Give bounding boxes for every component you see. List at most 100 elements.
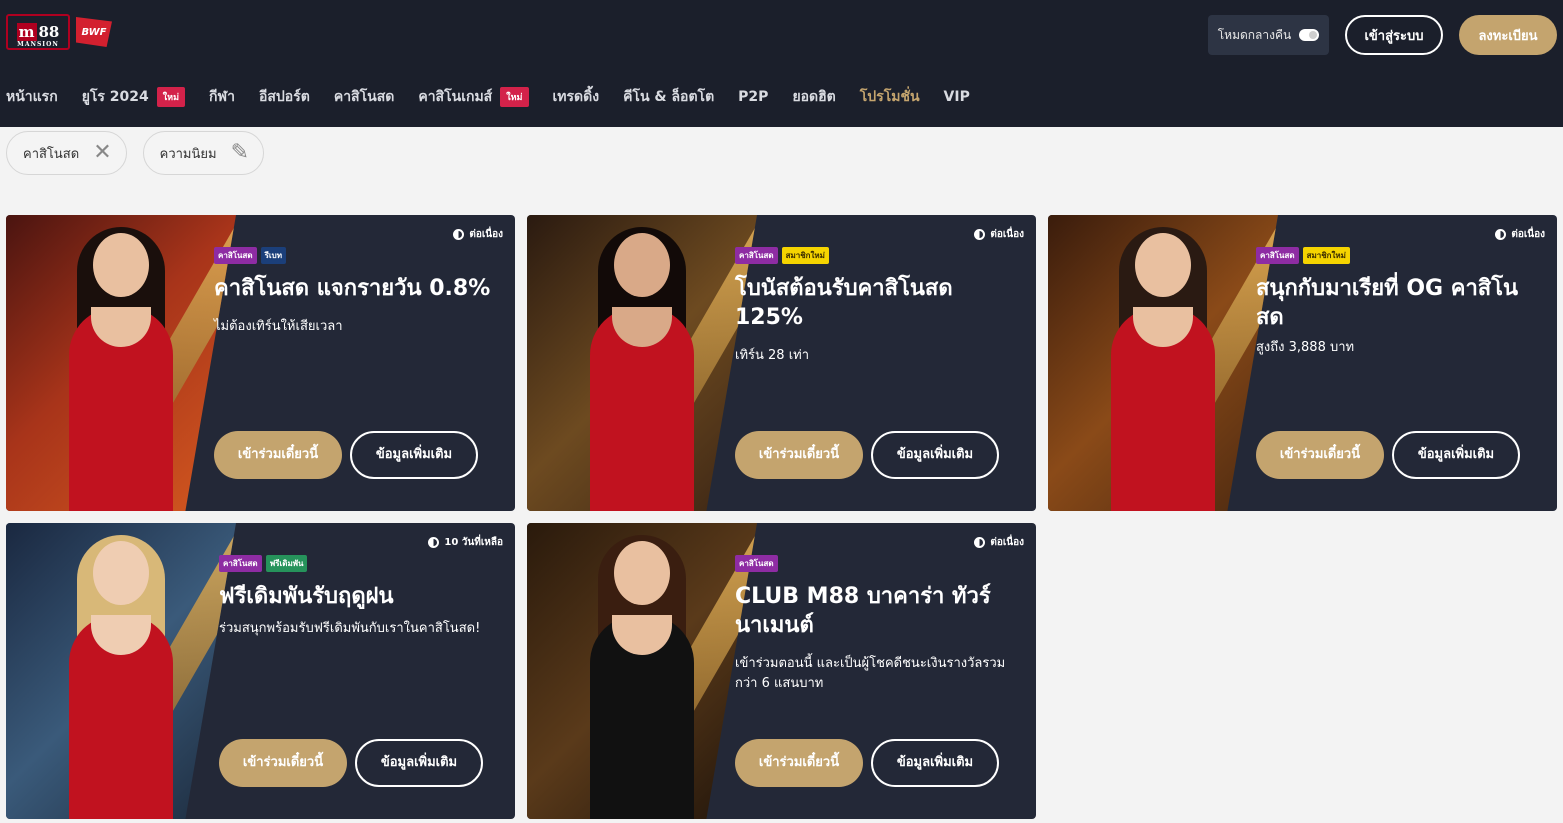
hostess-figure (582, 535, 702, 819)
head-shape (93, 541, 149, 605)
promo-desc: เทิร์น 28 เท่า (735, 348, 810, 363)
promo-tag: คาสิโนสด (214, 247, 257, 264)
promo-image (1048, 215, 1278, 511)
more-info-button[interactable]: ข้อมูลเพิ่มเติม (350, 431, 478, 479)
clock-icon (453, 229, 465, 240)
promo-title: คาสิโนสด แจกรายวัน 0.8% (214, 276, 491, 301)
promo-content: คาสิโนสด ฟรีเดิมพัน ฟรีเดิมพันรับฤดูฝน ร… (219, 555, 495, 639)
promo-tags: คาสิโนสด ฟรีเดิมพัน (219, 555, 495, 572)
m88-logo-m-glyph: m (16, 23, 37, 41)
filter-chips: คาสิโนสด ✕ ความนิยม ✎ (6, 131, 265, 175)
nav-item-home[interactable]: หน้าแรก (6, 86, 58, 108)
filter-chip-popularity[interactable]: ความนิยม ✎ (142, 131, 265, 175)
join-now-button[interactable]: เข้าร่วมเดี๋ยวนี้ (735, 431, 863, 479)
more-info-button[interactable]: ข้อมูลเพิ่มเติม (1392, 431, 1520, 479)
promo-image (527, 523, 757, 819)
login-button[interactable]: เข้าสู่ระบบ (1345, 15, 1443, 55)
promo-tag: คาสิโนสด (735, 555, 778, 572)
join-now-button[interactable]: เข้าร่วมเดี๋ยวนี้ (214, 431, 342, 479)
promo-desc: สูงถึง 3,888 บาท (1256, 340, 1355, 355)
header-actions: โหมดกลางคืน เข้าสู่ระบบ ลงทะเบียน (1208, 15, 1557, 55)
promo-card: ต่อเนื่อง คาสิโนสด สมาชิกใหม่ สนุกกับมาเ… (1048, 215, 1557, 511)
promo-image (6, 215, 236, 511)
promo-title: โบนัสต้อนรับคาสิโนสด 125% (735, 276, 953, 330)
promo-desc: เข้าร่วมตอนนี้ และเป็นผู้โชคดีชนะเงินราง… (735, 656, 1006, 691)
promo-status: ต่อเนื่อง (974, 535, 1024, 550)
nav-item-trading[interactable]: เทรดดิ้ง (553, 86, 600, 108)
promo-card: ต่อเนื่อง คาสิโนสด CLUB M88 บาคาร่า ทัวร… (527, 523, 1036, 819)
filter-chip-live-casino[interactable]: คาสิโนสด ✕ (6, 131, 127, 175)
close-icon[interactable]: ✕ (93, 142, 111, 164)
nav-label: หน้าแรก (6, 89, 58, 105)
dark-mode-toggle[interactable]: โหมดกลางคืน (1208, 15, 1329, 55)
head-shape (1135, 233, 1191, 297)
new-badge: ใหม่ (156, 87, 186, 107)
nav-item-euro-2024[interactable]: ยูโร 2024 ใหม่ (82, 86, 186, 108)
nav-item-vip[interactable]: VIP (944, 89, 970, 105)
nav-item-live-casino[interactable]: คาสิโนสด (334, 86, 395, 108)
head-shape (614, 541, 670, 605)
promo-actions: เข้าร่วมเดี๋ยวนี้ ข้อมูลเพิ่มเติม (1256, 431, 1520, 479)
nav-item-popular[interactable]: ยอดฮิต (792, 86, 835, 108)
more-info-button[interactable]: ข้อมูลเพิ่มเติม (355, 739, 483, 787)
more-info-button[interactable]: ข้อมูลเพิ่มเติม (871, 431, 999, 479)
promo-actions: เข้าร่วมเดี๋ยวนี้ ข้อมูลเพิ่มเติม (735, 739, 999, 787)
join-now-button[interactable]: เข้าร่วมเดี๋ยวนี้ (735, 739, 863, 787)
nav-label: VIP (943, 89, 970, 105)
promo-tag: คาสิโนสด (735, 247, 778, 264)
pencil-icon[interactable]: ✎ (231, 142, 249, 164)
promo-desc: ไม่ต้องเทิร์นให้เสียเวลา (214, 319, 343, 334)
nav-label: ยอดฮิต (792, 89, 836, 105)
nav-item-esports[interactable]: อีสปอร์ต (259, 86, 310, 108)
hostess-figure (61, 227, 181, 511)
promo-content: คาสิโนสด สมาชิกใหม่ โบนัสต้อนรับคาสิโนสด… (735, 247, 1016, 366)
clock-icon (1495, 229, 1507, 240)
nav-item-casino-games[interactable]: คาสิโนเกมส์ ใหม่ (418, 86, 529, 108)
more-info-button[interactable]: ข้อมูลเพิ่มเติม (871, 739, 999, 787)
promo-status-text: ต่อเนื่อง (1511, 229, 1545, 240)
register-button[interactable]: ลงทะเบียน (1459, 15, 1557, 55)
promo-actions: เข้าร่วมเดี๋ยวนี้ ข้อมูลเพิ่มเติม (219, 739, 483, 787)
clock-icon (974, 537, 986, 548)
promo-status-text: ต่อเนื่อง (990, 229, 1024, 240)
promo-tag: คาสิโนสด (1256, 247, 1299, 264)
promo-status: ต่อเนื่อง (974, 227, 1024, 242)
toggle-switch-icon[interactable] (1299, 29, 1320, 41)
clock-icon (428, 537, 440, 548)
promo-status-text: ต่อเนื่อง (469, 229, 503, 240)
nav-item-p2p[interactable]: P2P (738, 89, 768, 105)
join-now-button[interactable]: เข้าร่วมเดี๋ยวนี้ (1256, 431, 1384, 479)
m88-logo-text: 88 (38, 23, 60, 41)
promo-tag: สมาชิกใหม่ (781, 247, 829, 264)
promo-image (6, 523, 236, 819)
promo-title: สนุกกับมาเรียที่ OG คาสิโนสด (1256, 276, 1519, 330)
promo-tags: คาสิโนสด (735, 555, 1016, 572)
clock-icon (974, 229, 986, 240)
promo-tags: คาสิโนสด สมาชิกใหม่ (735, 247, 1016, 264)
join-now-button[interactable]: เข้าร่วมเดี๋ยวนี้ (219, 739, 347, 787)
filter-chip-label: ความนิยม (159, 146, 217, 162)
promo-content: คาสิโนสด สมาชิกใหม่ สนุกกับมาเรียที่ OG … (1256, 247, 1537, 358)
nav-item-sports[interactable]: กีฬา (209, 86, 235, 108)
main-nav: หน้าแรก ยูโร 2024 ใหม่ กีฬา อีสปอร์ต คาสิ… (6, 86, 970, 108)
m88-logo[interactable]: m 88 MANSION (6, 14, 70, 50)
brand-logos[interactable]: m 88 MANSION BWF (6, 14, 112, 50)
promo-status-text: ต่อเนื่อง (990, 537, 1024, 548)
bwf-logo: BWF (76, 17, 112, 47)
promo-tags: คาสิโนสด สมาชิกใหม่ (1256, 247, 1537, 264)
promo-tag: ฟรีเดิมพัน (265, 555, 308, 572)
promo-content: คาสิโนสด CLUB M88 บาคาร่า ทัวร์นาเมนต์ เ… (735, 555, 1016, 694)
dark-mode-label: โหมดกลางคืน (1217, 27, 1292, 42)
nav-label: โปรโมชั่น (859, 89, 920, 105)
nav-item-keno-lotto[interactable]: คีโน & ล็อตโต (623, 86, 714, 108)
promo-image (527, 215, 757, 511)
head-shape (614, 233, 670, 297)
nav-label: อีสปอร์ต (258, 89, 310, 105)
nav-label: คาสิโนเกมส์ (418, 89, 493, 105)
promo-actions: เข้าร่วมเดี๋ยวนี้ ข้อมูลเพิ่มเติม (214, 431, 478, 479)
promo-status: ต่อเนื่อง (1495, 227, 1545, 242)
promo-tag: สมาชิกใหม่ (1302, 247, 1350, 264)
nav-item-promotions[interactable]: โปรโมชั่น (860, 86, 920, 108)
promo-status: 10 วันที่เหลือ (428, 535, 503, 550)
hostess-figure (1103, 227, 1223, 511)
